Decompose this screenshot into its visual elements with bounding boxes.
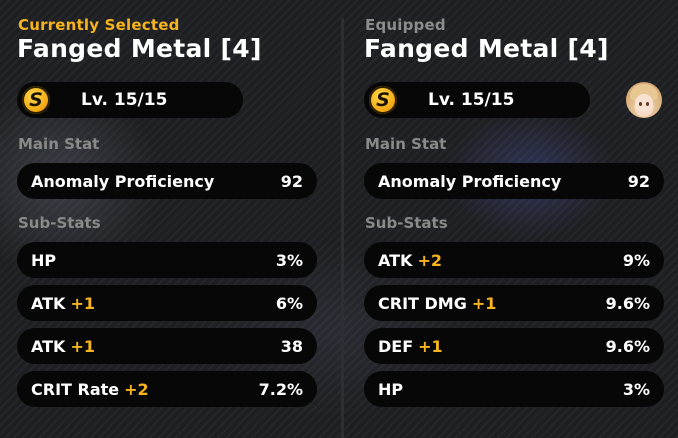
stat-value: 6%	[275, 294, 303, 313]
currently-selected-header: Currently Selected	[18, 16, 180, 34]
stat-name: DEF	[378, 337, 414, 356]
stat-roll: +1	[70, 294, 95, 313]
stat-roll: +1	[70, 337, 95, 356]
stat-value: 92	[627, 172, 650, 191]
item-name: Fanged Metal [4]	[364, 34, 609, 63]
currently-selected-panel: Currently Selected Fanged Metal [4] S Lv…	[17, 0, 317, 425]
stat-name: Anomaly Proficiency	[31, 172, 215, 191]
stat-roll: +1	[471, 294, 497, 313]
sub-stat-row: HP 3%	[17, 242, 317, 278]
sub-stats-label: Sub-Stats	[365, 214, 448, 232]
stat-roll: +2	[417, 251, 442, 270]
stat-value: 3%	[275, 251, 303, 270]
stat-name: CRIT DMG	[378, 294, 467, 313]
stat-roll: +2	[124, 380, 149, 399]
main-stat-row: Anomaly Proficiency 92	[364, 163, 664, 199]
level-text: Lv. 15/15	[428, 90, 515, 110]
stat-name: CRIT Rate	[31, 380, 120, 399]
sub-stat-row: DEF +1 9.6%	[364, 328, 664, 364]
stat-value: 9.6%	[605, 337, 650, 356]
level-pill: S Lv. 15/15	[364, 82, 590, 118]
sub-stat-row: ATK +1 38	[17, 328, 317, 364]
equipped-header: Equipped	[365, 16, 446, 34]
stat-value: 3%	[622, 380, 650, 399]
s-rank-icon: S	[369, 86, 397, 114]
sub-stat-row: ATK +1 6%	[17, 285, 317, 321]
stat-name: ATK	[31, 294, 66, 313]
s-rank-icon: S	[22, 86, 50, 114]
sub-stat-row: ATK +2 9%	[364, 242, 664, 278]
sub-stats-label: Sub-Stats	[18, 214, 101, 232]
stat-value: 7.2%	[258, 380, 303, 399]
level-pill: S Lv. 15/15	[17, 82, 243, 118]
sub-stat-row: HP 3%	[364, 371, 664, 407]
main-stat-label: Main Stat	[365, 135, 447, 153]
stat-value: 38	[280, 337, 303, 356]
character-portrait-icon[interactable]	[626, 82, 662, 118]
stat-value: 9%	[622, 251, 650, 270]
stat-value: 9.6%	[605, 294, 650, 313]
level-text: Lv. 15/15	[81, 90, 168, 110]
stat-name: HP	[31, 251, 57, 270]
stat-name: Anomaly Proficiency	[378, 172, 562, 191]
main-stat-label: Main Stat	[18, 135, 100, 153]
stat-name: HP	[378, 380, 404, 399]
sub-stat-row: CRIT DMG +1 9.6%	[364, 285, 664, 321]
stat-name: ATK	[378, 251, 413, 270]
main-stat-row: Anomaly Proficiency 92	[17, 163, 317, 199]
stat-value: 92	[280, 172, 303, 191]
panel-divider	[341, 18, 344, 438]
item-name: Fanged Metal [4]	[17, 34, 262, 63]
stat-roll: +1	[418, 337, 443, 356]
equipped-panel: Equipped Fanged Metal [4] S Lv. 15/15 Ma…	[364, 0, 664, 425]
sub-stat-row: CRIT Rate +2 7.2%	[17, 371, 317, 407]
stat-name: ATK	[31, 337, 66, 356]
